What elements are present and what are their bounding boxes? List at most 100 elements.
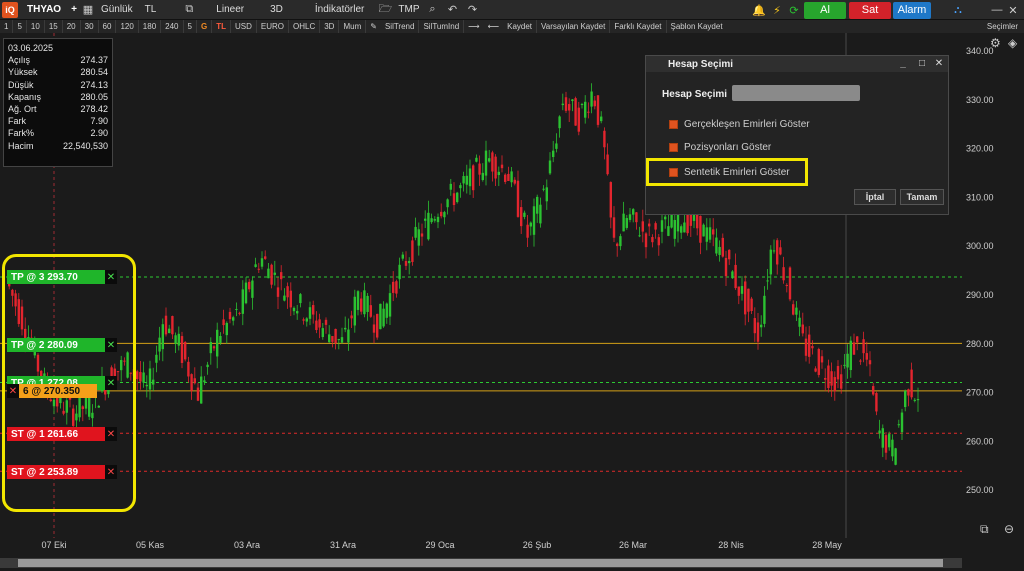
ohlc-button[interactable]: OHLC: [289, 20, 321, 33]
arrow-right-icon[interactable]: ⟶: [464, 20, 483, 33]
candle-body: [155, 354, 158, 363]
arrow-left-icon[interactable]: ⟵: [484, 20, 503, 33]
account-combobox[interactable]: [732, 85, 860, 101]
candle-body: [180, 336, 184, 363]
candle-body: [875, 393, 878, 412]
interval-60[interactable]: 60: [99, 20, 117, 33]
main-toolbar: iQ THYAO + ▦ Günlük TL ⧉ Lineer 3D İndik…: [0, 0, 1024, 20]
view-3d-button[interactable]: 3D: [264, 0, 289, 20]
candle-body: [571, 99, 574, 102]
candle-body: [699, 215, 702, 243]
save-template-button[interactable]: Şablon Kaydet: [667, 20, 727, 33]
undo-icon[interactable]: ↶: [445, 3, 459, 17]
candle-body: [382, 308, 385, 327]
dialog-minimize-icon[interactable]: _: [897, 57, 909, 70]
interval-30[interactable]: 30: [81, 20, 99, 33]
candle-body: [500, 164, 504, 169]
buy-button[interactable]: Al: [804, 2, 846, 19]
folder-icon[interactable]: 🗁: [378, 3, 393, 17]
candle-body: [280, 272, 283, 280]
grid-icon[interactable]: ▦: [81, 3, 95, 17]
candle-body: [174, 335, 177, 344]
interval-240[interactable]: 240: [161, 20, 184, 33]
candle-body: [254, 264, 257, 267]
scale-selector[interactable]: Lineer: [210, 0, 250, 20]
y-axis-tick-label: 270.00: [966, 388, 994, 398]
candle-body: [360, 298, 363, 312]
daily-button[interactable]: G: [197, 20, 213, 33]
checkbox-icon[interactable]: [669, 120, 678, 129]
external-window-icon[interactable]: ⧉: [182, 3, 196, 17]
symbol-selector[interactable]: THYAO: [21, 0, 67, 20]
delete-indicators-button[interactable]: SilTumInd: [419, 20, 465, 33]
euro-button[interactable]: EURO: [257, 20, 289, 33]
interval-5b[interactable]: 5: [184, 20, 197, 33]
delete-trend-button[interactable]: SilTrend: [381, 20, 420, 33]
bell-icon[interactable]: 🔔: [752, 3, 766, 17]
refresh-icon[interactable]: ⟳: [787, 3, 801, 17]
candle-body: [443, 212, 446, 218]
interval-20[interactable]: 20: [63, 20, 81, 33]
interval-10[interactable]: 10: [27, 20, 45, 33]
period-selector[interactable]: Günlük: [95, 0, 139, 20]
close-icon[interactable]: ✕: [1006, 3, 1020, 17]
candle-body: [299, 294, 302, 304]
candle-body: [459, 185, 462, 189]
candle-body: [747, 288, 750, 312]
settings-gear-icon[interactable]: ⚙: [990, 36, 1001, 50]
candle-body: [804, 338, 808, 356]
candle-body: [318, 319, 321, 328]
interval-1[interactable]: 1: [0, 20, 14, 33]
usd-button[interactable]: USD: [231, 20, 257, 33]
redo-icon[interactable]: ↷: [465, 3, 479, 17]
show-executed-orders-checkbox[interactable]: Gerçekleşen Emirleri Göster: [669, 119, 810, 130]
pencil-icon[interactable]: ✎: [366, 20, 381, 33]
candle-body: [372, 324, 376, 333]
tl-button[interactable]: TL: [212, 20, 231, 33]
dialog-maximize-icon[interactable]: □: [916, 57, 928, 70]
add-symbol-button[interactable]: +: [67, 0, 81, 20]
network-icon[interactable]: ⛬: [951, 3, 965, 17]
minimize-icon[interactable]: —: [990, 3, 1004, 17]
candle-button[interactable]: Mum: [339, 20, 367, 33]
interval-5[interactable]: 5: [13, 20, 27, 33]
chart-tool-icon[interactable]: ⧉: [980, 522, 989, 537]
info-row: Açılış 274.37: [8, 55, 108, 66]
cancel-button[interactable]: İptal: [854, 189, 896, 205]
interval-120[interactable]: 120: [116, 20, 139, 33]
interval-toolbar: 1 5 10 15 20 30 60 120 180 240 5 G TL US…: [0, 20, 1024, 33]
save-default-button[interactable]: Varsayılan Kaydet: [537, 20, 611, 33]
candle-body: [267, 268, 270, 279]
candle-body: [417, 229, 420, 246]
template-button[interactable]: TMP: [392, 0, 425, 20]
v3d-button[interactable]: 3D: [320, 20, 340, 33]
candle-body: [139, 372, 142, 382]
candle-body: [795, 307, 798, 315]
info-row: Düşük 274.13: [8, 79, 108, 90]
interval-15[interactable]: 15: [45, 20, 63, 33]
sell-button[interactable]: Sat: [849, 2, 891, 19]
dialog-close-icon[interactable]: ✕: [933, 57, 945, 70]
candle-body: [859, 360, 862, 362]
candle-body: [436, 216, 440, 223]
checkbox-icon[interactable]: [669, 143, 678, 152]
currency-selector[interactable]: TL: [139, 0, 163, 20]
candle-body: [667, 226, 670, 236]
flash-icon[interactable]: ⚡: [770, 3, 784, 17]
layers-icon[interactable]: ◈: [1008, 36, 1017, 50]
save-as-button[interactable]: Farklı Kaydet: [610, 20, 667, 33]
show-positions-checkbox[interactable]: Pozisyonları Göster: [669, 142, 771, 153]
candle-body: [632, 209, 635, 215]
candle-body: [728, 249, 731, 260]
candle-body: [465, 175, 468, 185]
selections-label[interactable]: Seçimler: [983, 20, 1022, 33]
zoom-out-icon[interactable]: ⊖: [1004, 522, 1014, 536]
candle-body: [849, 340, 852, 371]
alarm-button[interactable]: Alarm: [893, 2, 931, 19]
save-button[interactable]: Kaydet: [503, 20, 538, 33]
indicators-menu[interactable]: İndikatörler: [309, 0, 370, 20]
zoom-icon[interactable]: ⌕: [425, 3, 439, 17]
ok-button[interactable]: Tamam: [900, 189, 944, 205]
candle-body: [225, 322, 228, 336]
interval-180[interactable]: 180: [139, 20, 162, 33]
